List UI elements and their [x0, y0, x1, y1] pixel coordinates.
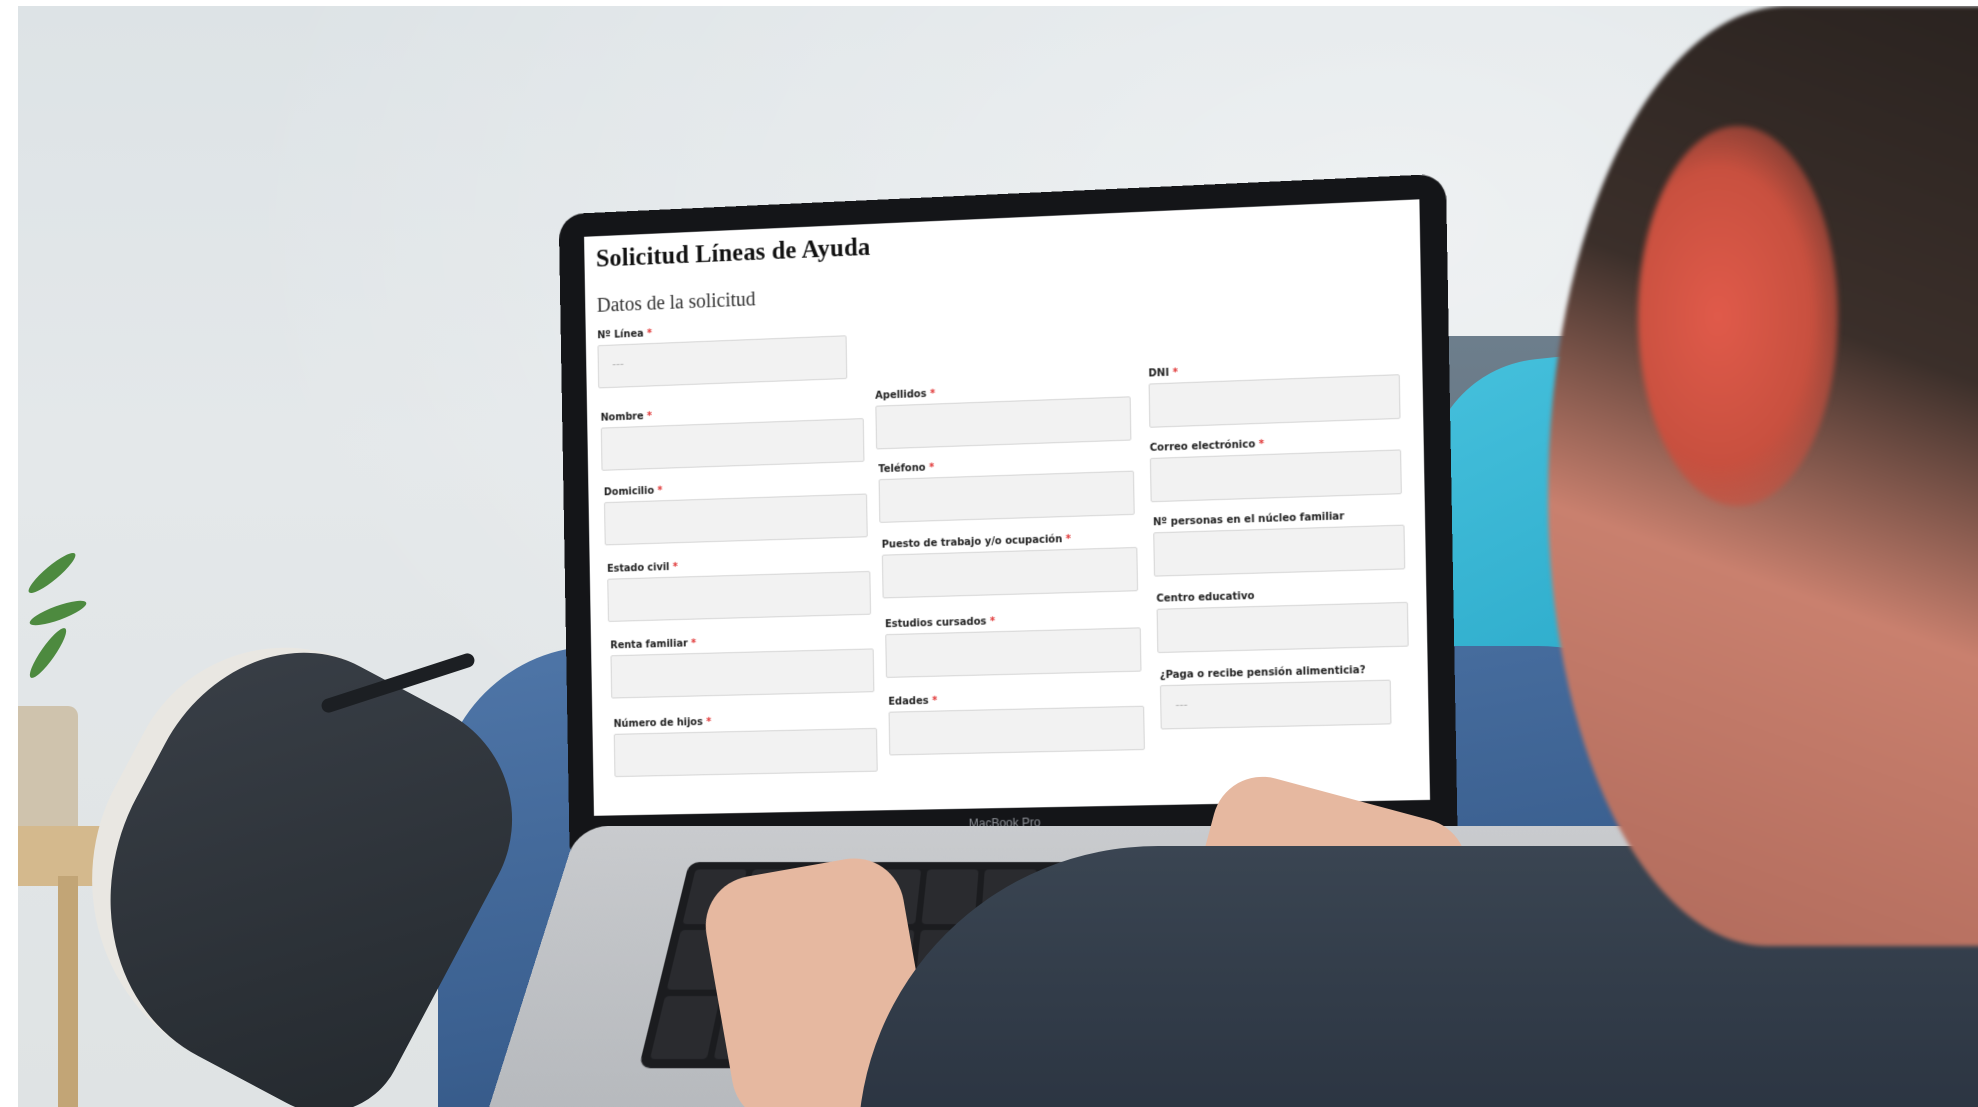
- field-label: Renta familiar: [610, 638, 688, 652]
- field-label: DNI: [1148, 367, 1170, 380]
- photo-scene: Solicitud Líneas de Ayuda Datos de la so…: [18, 6, 1978, 1107]
- field-pension: ¿Paga o recibe pensión alimenticia? ---: [1159, 664, 1392, 730]
- laptop-lid: Solicitud Líneas de Ayuda Datos de la so…: [558, 173, 1458, 852]
- renta-input[interactable]: [610, 648, 875, 699]
- field-label: Teléfono: [878, 462, 926, 476]
- field-label: ¿Paga o recibe pensión alimenticia?: [1159, 664, 1366, 682]
- form-subtitle: Datos de la solicitud: [596, 288, 756, 317]
- field-label: Número de hijos: [613, 717, 703, 730]
- nombre-input[interactable]: [600, 418, 865, 471]
- field-label: Puesto de trabajo y/o ocupación: [881, 534, 1063, 551]
- field-label: Correo electrónico: [1149, 439, 1256, 454]
- numero-linea-input[interactable]: ---: [597, 335, 848, 389]
- field-centro: Centro educativo: [1156, 587, 1409, 654]
- required-marker: *: [646, 410, 653, 423]
- field-edades: Edades *: [888, 691, 1145, 756]
- field-numero-linea: Nº Línea * ---: [597, 320, 848, 389]
- required-marker: *: [672, 561, 678, 573]
- personas-nucleo-input[interactable]: [1153, 524, 1406, 577]
- field-estado-civil: Estado civil *: [606, 556, 872, 622]
- domicilio-input[interactable]: [604, 493, 868, 546]
- required-marker: *: [928, 462, 935, 474]
- side-table-leg: [58, 876, 78, 1107]
- field-label: Domicilio: [603, 485, 655, 499]
- field-telefono: Teléfono *: [878, 456, 1135, 523]
- laptop-screen: Solicitud Líneas de Ayuda Datos de la so…: [584, 199, 1431, 816]
- required-marker: *: [931, 695, 938, 707]
- field-hijos: Número de hijos *: [613, 713, 878, 778]
- pension-input[interactable]: ---: [1159, 679, 1392, 730]
- estado-civil-input[interactable]: [607, 570, 872, 622]
- field-label: Nombre: [600, 411, 644, 424]
- plant-pot: [18, 706, 78, 836]
- field-renta: Renta familiar *: [610, 634, 875, 699]
- required-marker: *: [691, 638, 697, 650]
- hijos-input[interactable]: [613, 727, 878, 778]
- edades-input[interactable]: [888, 705, 1145, 756]
- required-marker: *: [929, 388, 936, 400]
- field-label: Apellidos: [875, 388, 927, 402]
- apellidos-input[interactable]: [875, 396, 1132, 450]
- person-ear: [1638, 126, 1838, 506]
- field-apellidos: Apellidos *: [875, 381, 1132, 450]
- form-title: Solicitud Líneas de Ayuda: [595, 233, 871, 273]
- field-estudios: Estudios cursados *: [885, 612, 1142, 678]
- field-label: Nº Línea: [597, 328, 644, 342]
- field-label: Estado civil: [606, 562, 670, 575]
- key: [649, 995, 721, 1060]
- required-marker: *: [646, 328, 653, 340]
- field-domicilio: Domicilio *: [604, 479, 868, 546]
- telefono-input[interactable]: [878, 470, 1135, 523]
- field-correo: Correo electrónico *: [1149, 434, 1402, 503]
- field-dni: DNI *: [1148, 359, 1401, 428]
- field-personas-nucleo: Nº personas en el núcleo familiar: [1153, 509, 1406, 577]
- correo-input[interactable]: [1149, 449, 1402, 503]
- estudios-input[interactable]: [885, 627, 1142, 678]
- required-marker: *: [1258, 438, 1265, 451]
- field-nombre: Nombre *: [601, 403, 865, 471]
- field-label: Edades: [888, 695, 929, 708]
- required-marker: *: [657, 485, 663, 497]
- required-marker: *: [1065, 533, 1072, 546]
- dni-input[interactable]: [1148, 374, 1401, 428]
- field-puesto: Puesto de trabajo y/o ocupación *: [881, 532, 1139, 599]
- centro-input[interactable]: [1156, 601, 1409, 654]
- field-label: Estudios cursados: [884, 616, 987, 631]
- required-marker: *: [989, 616, 996, 628]
- required-marker: *: [1172, 367, 1178, 379]
- puesto-input[interactable]: [881, 546, 1139, 599]
- required-marker: *: [706, 716, 712, 728]
